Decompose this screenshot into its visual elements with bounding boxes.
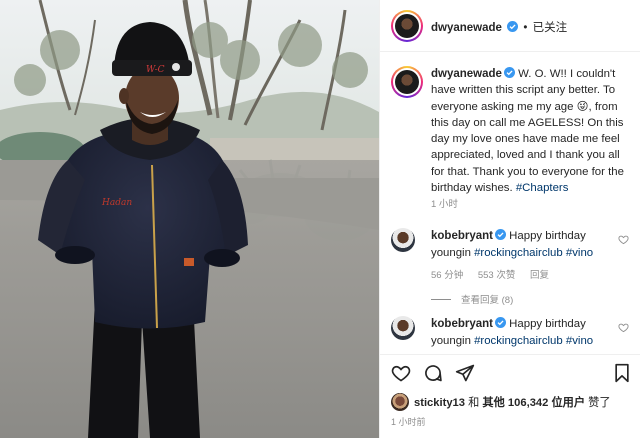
hashtag-vino[interactable]: #vino xyxy=(566,247,593,259)
bookmark-button[interactable] xyxy=(613,363,631,383)
verified-badge-icon xyxy=(503,67,515,78)
post-header: dwyanewade • 已关注 xyxy=(380,0,640,52)
author-name-line: dwyanewade • 已关注 xyxy=(431,19,567,35)
caption-age: 1 小时 xyxy=(431,199,458,210)
follow-button[interactable]: 已关注 xyxy=(533,22,568,34)
hashtag-rockingchairclub[interactable]: #rockingchairclub xyxy=(474,247,563,259)
commenter-avatar[interactable] xyxy=(391,316,415,340)
header-separator: • xyxy=(523,22,528,34)
commenter-username[interactable]: kobebryant xyxy=(431,230,493,242)
reply-button[interactable]: 回复 xyxy=(530,270,549,281)
action-buttons xyxy=(391,363,475,383)
view-replies-button[interactable]: 查看回复 (8) xyxy=(431,292,633,306)
heart-icon[interactable] xyxy=(391,363,411,383)
hashtag-vino[interactable]: #vino xyxy=(566,335,593,347)
comment-meta: 56 分钟 553 次赞 回复 xyxy=(431,267,633,281)
comment: kobebryant Happy birthday youngin #rocki… xyxy=(391,316,633,349)
likes-count: 106,342 xyxy=(507,397,549,409)
comment-text: kobebryant Happy birthday youngin #rocki… xyxy=(431,228,621,261)
verified-badge-icon xyxy=(495,317,506,328)
author-avatar[interactable] xyxy=(391,10,423,42)
wink-emoji: 😜 xyxy=(576,100,589,113)
post-timestamp[interactable]: 1 小时前 xyxy=(391,415,426,428)
comment-likes[interactable]: 553 次赞 xyxy=(478,270,516,281)
svg-text:Hadan: Hadan xyxy=(101,198,132,208)
post-side-panel: dwyanewade • 已关注 dwyanewade W. O. W!! I … xyxy=(379,0,640,438)
post-caption: dwyanewade W. O. W!! I couldn't have wri… xyxy=(391,66,633,210)
likes-text: stickity13 和 其他 106,342 位用户 赞了 xyxy=(414,394,611,410)
replies-divider xyxy=(431,298,451,300)
caption-text: dwyanewade W. O. W!! I couldn't have wri… xyxy=(431,66,633,196)
share-icon[interactable] xyxy=(455,363,475,383)
photo-illustration: Hadan W-C xyxy=(0,0,379,438)
likes-others-label: 其他 xyxy=(482,397,505,409)
beanie-logo-text: W-C xyxy=(146,65,165,75)
commenter-username[interactable]: kobebryant xyxy=(431,318,493,330)
caption-avatar[interactable] xyxy=(391,66,423,98)
post-actions-section: stickity13 和 其他 106,342 位用户 赞了 1 小时前 xyxy=(380,354,640,438)
caption-username[interactable]: dwyanewade xyxy=(431,68,502,80)
liker-avatar[interactable] xyxy=(391,393,409,411)
hashtag-chapters[interactable]: #Chapters xyxy=(516,182,569,194)
likes-connector: 和 xyxy=(468,397,480,409)
comment-text: kobebryant Happy birthday youngin #rocki… xyxy=(431,316,621,349)
likes-summary: stickity13 和 其他 106,342 位用户 赞了 xyxy=(391,393,611,411)
comment-time: 56 分钟 xyxy=(431,270,464,281)
verified-badge-icon xyxy=(507,21,519,32)
hashtag-rockingchairclub[interactable]: #rockingchairclub xyxy=(474,335,563,347)
small-heart-icon[interactable] xyxy=(618,234,629,245)
post-photo[interactable]: Hadan W-C xyxy=(0,0,379,438)
likes-action: 赞了 xyxy=(588,397,611,409)
commenter-avatar[interactable] xyxy=(391,228,415,252)
bookmark-icon[interactable] xyxy=(613,363,631,383)
author-username[interactable]: dwyanewade xyxy=(431,22,502,34)
instagram-post: Hadan W-C dwyanewade • 已关注 dwyanewade W.… xyxy=(0,0,640,438)
comment: kobebryant Happy birthday youngin #rocki… xyxy=(391,228,633,306)
likes-others-link[interactable]: 其他 106,342 位用户 xyxy=(482,397,585,409)
small-heart-icon[interactable] xyxy=(618,322,629,333)
liker-username[interactable]: stickity13 xyxy=(414,397,465,409)
likes-suffix: 位用户 xyxy=(551,397,586,409)
comment-icon[interactable] xyxy=(423,363,443,383)
verified-badge-icon xyxy=(495,229,506,240)
caption-body-2: , from this day on call me AGELESS! On t… xyxy=(431,100,624,195)
view-replies-label: 查看回复 (8) xyxy=(461,295,514,306)
